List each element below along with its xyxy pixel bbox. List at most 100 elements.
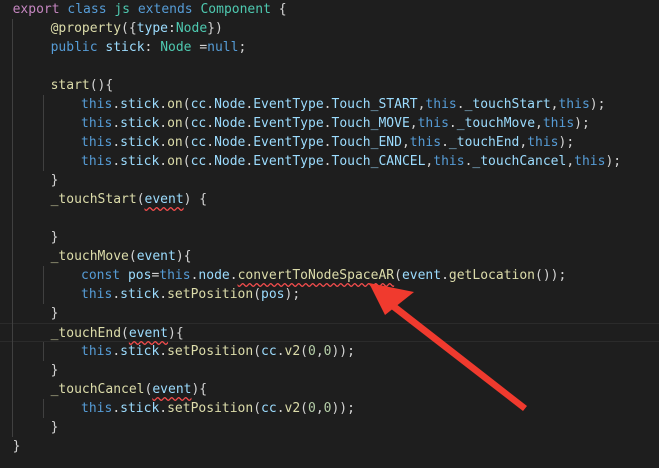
code-token: ( [182, 97, 191, 112]
code-token: export [12, 2, 60, 17]
code-line[interactable]: _touchStart(event) { [0, 190, 659, 209]
code-token: 0 [308, 401, 316, 416]
code-line[interactable]: this.stick.setPosition(cc.v2(0,0)); [0, 342, 659, 361]
code-line[interactable]: this.stick.on(cc.Node.EventType.Touch_MO… [0, 114, 659, 133]
code-token: this [81, 154, 113, 169]
code-token: node [198, 268, 230, 283]
code-token: . [448, 116, 457, 131]
code-token: pos [261, 287, 285, 302]
code-line[interactable]: _touchMove(event){ [0, 247, 659, 266]
indent-guide [12, 19, 13, 437]
code-token: ( [253, 287, 262, 302]
code-token: @property [50, 21, 122, 36]
code-token: ( [128, 249, 137, 264]
code-token: class [67, 2, 107, 17]
code-token: on [167, 116, 183, 131]
code-line[interactable]: } [0, 228, 659, 247]
code-token: const [81, 268, 121, 283]
code-token: ); [589, 97, 606, 112]
code-token: ( [394, 268, 402, 283]
code-token: . [206, 154, 215, 169]
code-line[interactable]: } [0, 171, 659, 190]
code-token: _touchCancel [472, 154, 567, 169]
code-line[interactable]: _touchEnd(event){ [0, 323, 659, 342]
code-token: _touchMove [50, 249, 129, 264]
code-editor[interactable]: export class js extends Component {@prop… [0, 0, 659, 468]
code-token: EventType [253, 154, 324, 169]
code-token: }) [207, 21, 223, 36]
code-token: EventType [253, 135, 324, 150]
code-line[interactable]: } [0, 304, 659, 323]
code-token: stick [120, 154, 160, 169]
code-token: . [112, 154, 121, 169]
code-token: event [144, 192, 184, 207]
code-token: this [81, 344, 113, 359]
code-line[interactable]: this.stick.setPosition(pos); [0, 285, 659, 304]
code-line[interactable]: } [0, 361, 659, 380]
code-token: this [81, 401, 113, 416]
code-token: ( [253, 401, 262, 416]
code-token: Node [214, 116, 246, 131]
code-line[interactable]: this.stick.on(cc.Node.EventType.Touch_CA… [0, 152, 659, 171]
code-token: . [441, 268, 449, 283]
code-token: , [401, 135, 410, 150]
code-token: ); [284, 287, 301, 302]
code-token: . [112, 401, 121, 416]
code-token: this [542, 116, 575, 131]
code-line[interactable] [0, 57, 659, 76]
code-token: public [50, 40, 98, 55]
code-token: . [323, 97, 332, 112]
code-token: this [558, 97, 590, 112]
code-token: Node [214, 135, 246, 150]
code-token: ( [182, 135, 191, 150]
code-token: Node [160, 40, 192, 55]
code-line[interactable]: const pos=this.node.convertToNodeSpaceAR… [0, 266, 659, 285]
code-line[interactable]: start(){ [0, 76, 659, 95]
code-token: _touchMove [456, 116, 536, 131]
code-token: ( [253, 344, 262, 359]
code-line[interactable]: export class js extends Component { [0, 0, 659, 19]
code-token: , [535, 116, 543, 131]
code-line[interactable]: } [0, 437, 659, 456]
code-token: this [81, 116, 113, 131]
code-token: } [50, 173, 59, 188]
code-token: . [456, 97, 465, 112]
code-token: getLocation [448, 268, 535, 283]
code-token: . [159, 116, 168, 131]
code-line[interactable]: _touchCancel(event){ [0, 380, 659, 399]
code-token: ( [121, 326, 129, 341]
code-token: . [159, 344, 168, 359]
code-token: . [229, 268, 238, 283]
code-token: v2 [284, 401, 301, 416]
indent-guide [43, 266, 44, 304]
code-line[interactable]: @property({type:Node}) [0, 19, 659, 38]
code-token: } [50, 420, 59, 435]
code-line[interactable]: this.stick.on(cc.Node.EventType.Touch_ST… [0, 95, 659, 114]
code-token: . [441, 135, 449, 150]
code-line[interactable]: public stick: Node =null; [0, 38, 659, 57]
code-token: event [128, 326, 169, 341]
code-token: _touchStart [50, 192, 137, 207]
code-token: . [112, 135, 121, 150]
code-token: . [159, 287, 168, 302]
code-token: . [159, 154, 168, 169]
code-token: ( [300, 401, 308, 416]
code-token: pos [127, 268, 152, 283]
code-token: (){ [89, 78, 114, 93]
code-token: v2 [284, 344, 301, 359]
code-token: this [409, 135, 442, 150]
code-token: this [433, 154, 465, 169]
code-token: . [112, 97, 121, 112]
code-token: ({ [121, 21, 137, 36]
code-token: Touch_END [331, 135, 402, 150]
code-token: this [159, 268, 191, 283]
code-line[interactable]: this.stick.setPosition(cc.v2(0,0)); [0, 399, 659, 418]
code-token: stick [105, 40, 145, 55]
code-line[interactable] [0, 209, 659, 228]
code-token: ){ [168, 326, 184, 341]
code-line[interactable]: } [0, 418, 659, 437]
indent-guide [43, 342, 44, 361]
code-line[interactable]: this.stick.on(cc.Node.EventType.Touch_EN… [0, 133, 659, 152]
